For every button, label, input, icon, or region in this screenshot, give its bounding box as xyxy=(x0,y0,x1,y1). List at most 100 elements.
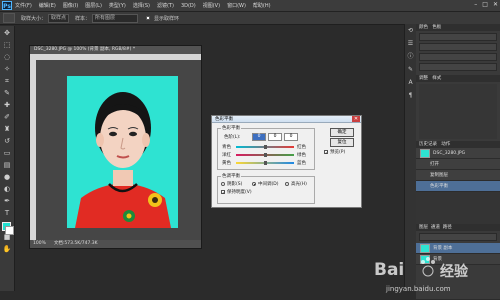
ok-button[interactable]: 确定 xyxy=(330,128,354,137)
document-window: DSC_3280.JPG @ 100% (背景 副本, RGB/8#) * 10… xyxy=(29,45,202,249)
tab-history[interactable]: 历史记录 xyxy=(419,142,437,147)
menu-filter[interactable]: 滤镜(T) xyxy=(157,2,174,9)
history-panel-tabs[interactable]: 历史记录 动作 xyxy=(416,141,500,148)
midtones-radio[interactable] xyxy=(252,182,256,186)
layer-thumbnail xyxy=(420,243,430,253)
adjustments-grid[interactable] xyxy=(419,84,497,139)
history-item-label: 复制图层 xyxy=(430,173,448,178)
menu-window[interactable]: 窗口(W) xyxy=(227,2,246,9)
menu-view[interactable]: 视图(V) xyxy=(203,2,220,9)
reset-button[interactable]: 复位 xyxy=(330,138,354,147)
layer-filter-row[interactable] xyxy=(419,233,497,241)
tab-styles[interactable]: 样式 xyxy=(432,76,441,81)
crop-tool-icon[interactable]: ⌗ xyxy=(2,76,12,86)
history-snapshot[interactable]: DSC_3280.JPG xyxy=(416,148,500,159)
slider-red-label: 红色 xyxy=(297,145,306,150)
dialog-title: 色彩平衡 xyxy=(212,116,361,123)
tab-channels[interactable]: 通道 xyxy=(431,225,440,230)
marquee-tool-icon[interactable]: ⬚ xyxy=(2,40,12,50)
eyedropper-tool-icon[interactable] xyxy=(3,13,15,23)
menu-image[interactable]: 图像(I) xyxy=(63,2,78,9)
magenta-green-slider-thumb[interactable] xyxy=(264,153,267,157)
document-status-bar: 100% 文档:573.5K/747.3K xyxy=(30,240,201,248)
watermark-url: jingyan.baidu.com xyxy=(386,285,451,293)
tab-adjustments[interactable]: 调整 xyxy=(419,76,428,81)
gradient-tool-icon[interactable]: ▤ xyxy=(2,160,12,170)
history-item[interactable]: 打开 xyxy=(416,159,500,170)
lasso-tool-icon[interactable]: ◌ xyxy=(2,52,12,62)
menu-help[interactable]: 帮助(H) xyxy=(253,2,271,9)
pen-tool-icon[interactable]: ✒ xyxy=(2,196,12,206)
preserve-luminosity-checkbox[interactable]: ✓ xyxy=(221,190,225,195)
show-ring-checkbox[interactable] xyxy=(146,16,151,20)
background-color-swatch[interactable] xyxy=(5,226,14,235)
tab-color[interactable]: 颜色 xyxy=(419,25,428,30)
document-tab[interactable]: DSC_3280.JPG @ 100% (背景 副本, RGB/8#) * xyxy=(30,46,201,54)
color-slider-row[interactable] xyxy=(419,33,497,41)
color-balance-dialog: 色彩平衡 ✕ 色彩平衡 色阶(L): 0 0 0 青色 红色 洋红 绿色 黄色 … xyxy=(211,115,362,208)
properties-panel-icon[interactable]: ☰ xyxy=(407,40,414,47)
menu-3d[interactable]: 3D(D) xyxy=(181,3,196,9)
close-window-button[interactable]: ✕ xyxy=(493,1,498,8)
level-cyan-red-field[interactable]: 0 xyxy=(252,133,266,141)
eraser-tool-icon[interactable]: ▭ xyxy=(2,148,12,158)
slider-magenta-label: 洋红 xyxy=(222,153,231,158)
slider-cyan-label: 青色 xyxy=(222,145,231,150)
menu-layer[interactable]: 图层(L) xyxy=(85,2,102,9)
highlights-label: 高光(H) xyxy=(291,182,307,187)
show-ring-label: 显示取样环 xyxy=(154,15,180,22)
blur-tool-icon[interactable]: ● xyxy=(2,172,12,182)
eyedropper-icon[interactable]: ✎ xyxy=(2,88,12,98)
color-slider-row[interactable] xyxy=(419,53,497,61)
dialog-close-button[interactable]: ✕ xyxy=(352,116,360,122)
level-magenta-green-field[interactable]: 0 xyxy=(268,133,282,141)
layer-row[interactable]: 背景 副本 xyxy=(416,243,500,254)
menu-select[interactable]: 选择(S) xyxy=(133,2,150,9)
color-slider-row[interactable] xyxy=(419,43,497,51)
healing-brush-icon[interactable]: ✚ xyxy=(2,100,12,110)
maximize-button[interactable]: □ xyxy=(482,1,488,8)
brush-panel-icon[interactable]: ✎ xyxy=(407,66,414,73)
tab-paths[interactable]: 路径 xyxy=(443,225,452,230)
brush-tool-icon[interactable]: ✐ xyxy=(2,112,12,122)
highlights-radio[interactable] xyxy=(285,182,289,186)
color-panel-tabs[interactable]: 颜色 色板 xyxy=(416,24,500,31)
history-brush-icon[interactable]: ↺ xyxy=(2,136,12,146)
slider-green-label: 绿色 xyxy=(297,153,306,158)
dodge-tool-icon[interactable]: ◐ xyxy=(2,184,12,194)
history-item[interactable]: 色彩平衡 xyxy=(416,181,500,192)
character-panel-icon[interactable]: A xyxy=(407,79,414,86)
sample-select[interactable]: 所有图层 xyxy=(92,13,139,23)
color-slider-row[interactable] xyxy=(419,63,497,71)
shadows-radio[interactable] xyxy=(221,182,225,186)
cyan-red-slider-thumb[interactable] xyxy=(264,145,267,149)
yellow-blue-slider-thumb[interactable] xyxy=(264,161,267,165)
minimize-button[interactable]: – xyxy=(474,1,477,8)
type-tool-icon[interactable]: T xyxy=(2,208,12,218)
menu-type[interactable]: 类型(Y) xyxy=(109,2,126,9)
move-tool-icon[interactable]: ✥ xyxy=(2,28,12,38)
info-panel-icon[interactable]: ⓘ xyxy=(407,53,414,60)
sample-label: 样本： xyxy=(75,15,91,22)
clone-stamp-icon[interactable]: ♜ xyxy=(2,124,12,134)
preview-checkbox[interactable]: ✓ xyxy=(324,150,328,155)
level-yellow-blue-field[interactable]: 0 xyxy=(284,133,298,141)
baidu-jingyan-watermark: Bai 经验 jingyan.baidu.com xyxy=(366,254,500,298)
sample-size-label: 取样大小： xyxy=(21,15,47,22)
history-panel-icon[interactable]: ⟲ xyxy=(407,27,414,34)
photoshop-logo: Ps xyxy=(2,1,12,10)
history-item[interactable]: 复制图层 xyxy=(416,170,500,181)
hand-tool-icon[interactable]: ✋ xyxy=(2,244,12,254)
sample-size-select[interactable]: 取样点 xyxy=(48,13,70,23)
portrait-photo[interactable] xyxy=(67,76,178,228)
tab-swatches[interactable]: 色板 xyxy=(432,25,441,30)
menu-file[interactable]: 文件(F) xyxy=(15,2,32,9)
adjust-panel-tabs[interactable]: 调整 样式 xyxy=(416,75,500,82)
layers-panel-tabs[interactable]: 图层 通道 路径 xyxy=(416,224,500,231)
menu-edit[interactable]: 编辑(E) xyxy=(39,2,56,9)
paragraph-panel-icon[interactable]: ¶ xyxy=(407,92,414,99)
tab-layers[interactable]: 图层 xyxy=(419,225,428,230)
magic-wand-tool-icon[interactable]: ✧ xyxy=(2,64,12,74)
tab-actions[interactable]: 动作 xyxy=(441,142,450,147)
zoom-level[interactable]: 100% xyxy=(33,240,46,248)
